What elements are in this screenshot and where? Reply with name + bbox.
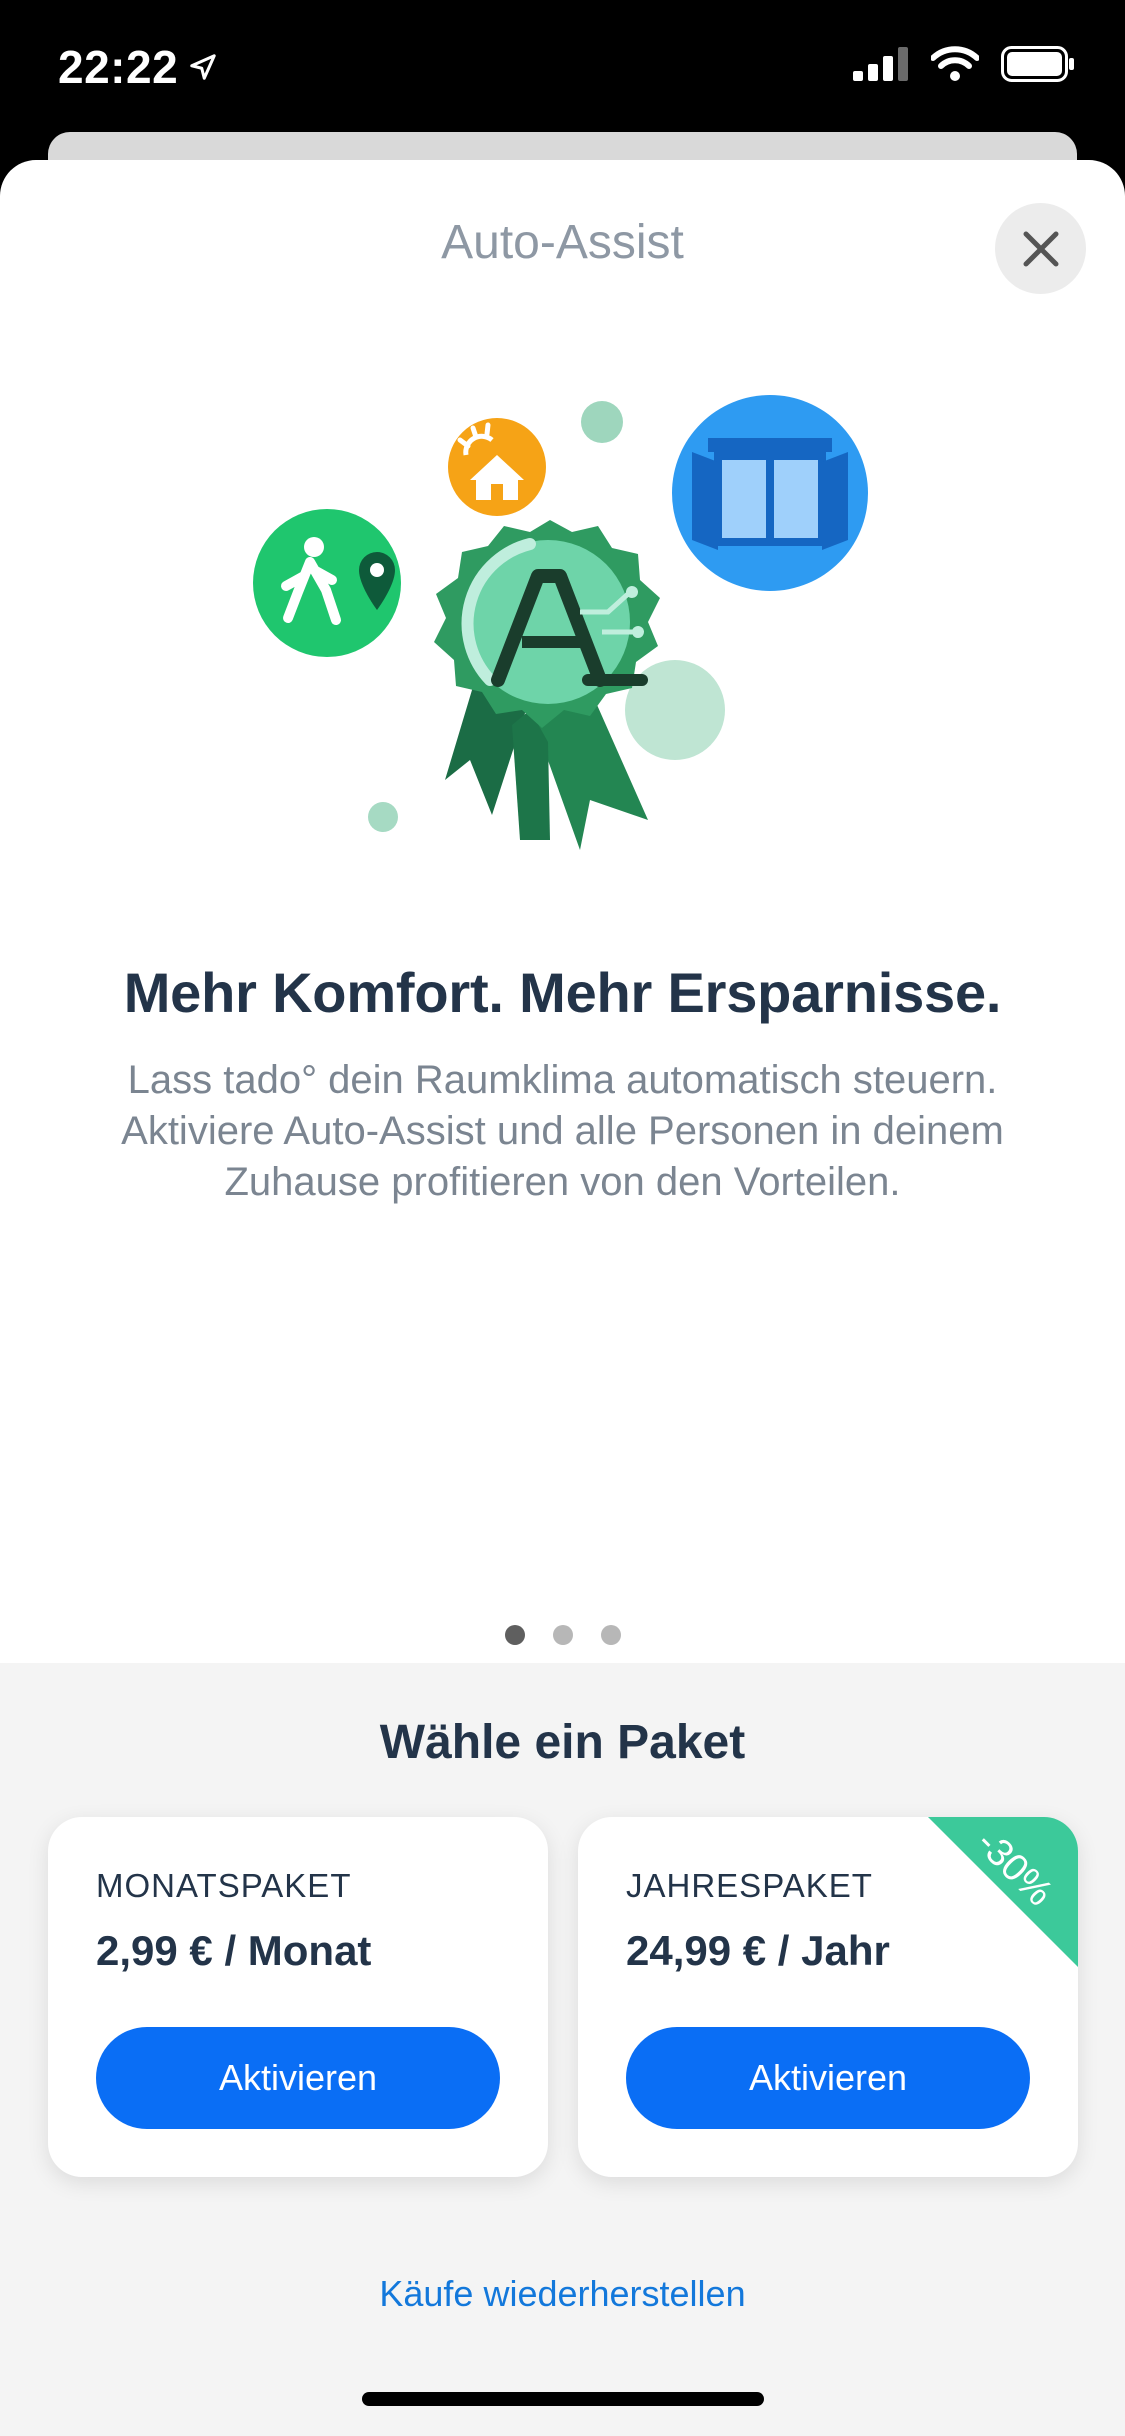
battery-icon [1001,46,1074,82]
plan-name: MONATSPAKET [96,1867,352,1904]
page-dot-3[interactable] [600,1625,621,1645]
plan-selection: Wähle ein Paket MONATSPAKET 2,99 € / Mon… [0,1663,1125,2436]
monthly-plan-card: MONATSPAKET 2,99 € / Monat Aktivieren [48,1817,548,2177]
status-time-text: 22:22 [58,41,179,93]
auto-assist-illustration [253,395,868,850]
auto-assist-modal: Auto-Assist Mehr Komfort. Mehr Ersparnis… [0,160,1125,2436]
decor-bubble-left [368,802,398,832]
page-indicator[interactable] [0,1625,1125,1645]
description-line: Aktiviere Auto-Assist und alle Personen … [121,1109,1004,1153]
home-indicator[interactable] [362,2392,764,2406]
page-dot-2[interactable] [552,1625,573,1645]
plan-name: JAHRESPAKET [626,1867,873,1904]
activate-yearly-button[interactable]: Aktivieren [626,2027,1030,2129]
close-icon [1023,231,1058,266]
description-text: Lass tado° dein Raumklima automatisch st… [60,1055,1065,1208]
geolocation-person-icon [253,509,401,657]
description-line: Zuhause profitieren von den Vorteilen. [224,1160,901,1204]
yearly-plan-card: -30% JAHRESPAKET 24,99 € / Jahr Aktivier… [578,1817,1078,2177]
plans-title: Wähle ein Paket [379,1716,746,1769]
activate-monthly-button[interactable]: Aktivieren [96,2027,500,2129]
plan-price: 24,99 € / Jahr [626,1927,890,1974]
close-button[interactable] [995,203,1086,294]
wifi-icon [931,46,979,81]
open-window-icon [672,395,868,591]
page-dot-1[interactable] [504,1625,525,1645]
status-bar: 22:22 [0,0,1125,135]
plan-price: 2,99 € / Monat [96,1927,372,1974]
restore-purchases-link[interactable]: Käufe wiederherstellen [0,2273,1125,2315]
description-line: Lass tado° dein Raumklima automatisch st… [127,1058,998,1102]
status-time: 22:22 [58,40,218,94]
cellular-signal-icon [853,47,908,81]
headline: Mehr Komfort. Mehr Ersparnisse. [123,961,1002,1024]
sun-house-icon [448,418,546,516]
decor-bubble-top [581,401,623,443]
modal-title: Auto-Assist [441,216,684,269]
status-icons [853,46,1075,82]
location-arrow-icon [190,54,216,80]
